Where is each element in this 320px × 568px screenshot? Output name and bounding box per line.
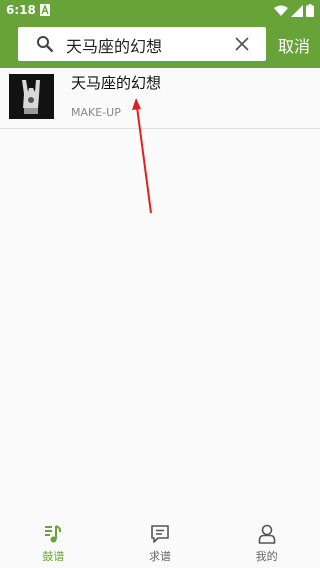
status-bar: 6:18 (0, 0, 320, 22)
message-icon (151, 525, 169, 543)
signal-icon (291, 4, 303, 17)
nav-item-drum-score[interactable]: 鼓谱 (0, 516, 107, 568)
user-icon (258, 524, 275, 544)
status-time: 6:18 (6, 3, 36, 17)
top-app-bar: 6:18 天马座的幻想 取消 (0, 0, 320, 68)
rock-hand-icon (9, 74, 54, 119)
album-cover-thumbnail (9, 74, 54, 119)
clear-icon[interactable] (234, 36, 250, 52)
search-input[interactable]: 天马座的幻想 (66, 33, 162, 57)
nav-item-request-score[interactable]: 求谱 (107, 516, 214, 568)
nav-label-drum-score: 鼓谱 (42, 550, 65, 563)
wifi-icon (274, 5, 288, 16)
nav-label-request-score: 求谱 (149, 550, 171, 563)
song-artist: MAKE-UP (71, 106, 121, 119)
cancel-button[interactable]: 取消 (278, 33, 310, 57)
search-icon (37, 36, 54, 53)
nav-item-mine[interactable]: 我的 (213, 516, 320, 568)
search-box[interactable]: 天马座的幻想 (18, 27, 266, 61)
bottom-navigation: 鼓谱 求谱 我的 (0, 516, 320, 568)
notification-a-icon (40, 4, 50, 16)
nav-label-mine: 我的 (255, 550, 278, 563)
drum-score-icon (45, 525, 62, 543)
battery-icon (306, 4, 314, 17)
song-title: 天马座的幻想 (71, 74, 162, 92)
search-result-item[interactable]: 天马座的幻想 MAKE-UP (0, 68, 320, 129)
